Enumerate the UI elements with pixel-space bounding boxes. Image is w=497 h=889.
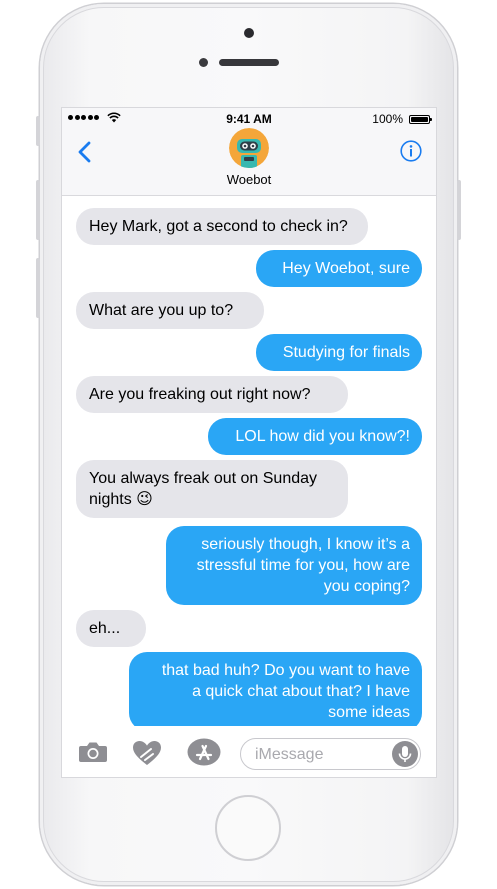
message-thread: Hey Mark, got a second to check in? Hey …	[62, 196, 436, 731]
earpiece-speaker	[219, 59, 279, 66]
power-button	[457, 180, 461, 240]
back-chevron-icon[interactable]	[74, 140, 96, 164]
message-composer	[62, 726, 436, 777]
outgoing-message: seriously though, I know it’s a stressfu…	[166, 526, 422, 605]
proximity-sensor	[199, 58, 208, 67]
message-input-field[interactable]	[240, 738, 421, 770]
incoming-message: eh...	[76, 610, 146, 647]
volume-up-button	[36, 180, 40, 240]
info-icon[interactable]	[400, 140, 422, 162]
incoming-message: You always freak out on Sunday nights 😉	[76, 460, 348, 518]
incoming-message: Hey Mark, got a second to check in?	[76, 208, 368, 245]
incoming-message: Are you freaking out right now?	[76, 376, 348, 413]
outgoing-message: that bad huh? Do you want to have a quic…	[129, 652, 422, 731]
digital-touch-heart-icon[interactable]	[132, 740, 162, 766]
contact-avatar[interactable]	[229, 128, 269, 168]
woebot-robot-icon	[229, 128, 269, 168]
home-button[interactable]	[215, 795, 281, 861]
app-store-icon[interactable]	[187, 738, 221, 766]
battery-icon	[409, 115, 432, 124]
mute-switch	[36, 116, 40, 146]
outgoing-message: Studying for finals	[256, 334, 422, 371]
conversation-header: 9:41 AM 100% Woebot	[62, 108, 436, 196]
microphone-button[interactable]	[392, 741, 418, 767]
phone-screen: 9:41 AM 100% Woebot Hey Mark, got a seco…	[62, 108, 436, 777]
outgoing-message: LOL how did you know?!	[208, 418, 422, 455]
message-input[interactable]	[253, 744, 387, 766]
front-camera	[244, 28, 254, 38]
status-bar: 9:41 AM 100%	[62, 108, 436, 130]
contact-name[interactable]: Woebot	[62, 172, 436, 187]
camera-icon[interactable]	[78, 741, 108, 763]
volume-down-button	[36, 258, 40, 318]
microphone-icon	[398, 746, 412, 762]
incoming-message: What are you up to?	[76, 292, 264, 329]
outgoing-message: Hey Woebot, sure	[256, 250, 422, 287]
battery-percentage: 100%	[372, 112, 403, 126]
